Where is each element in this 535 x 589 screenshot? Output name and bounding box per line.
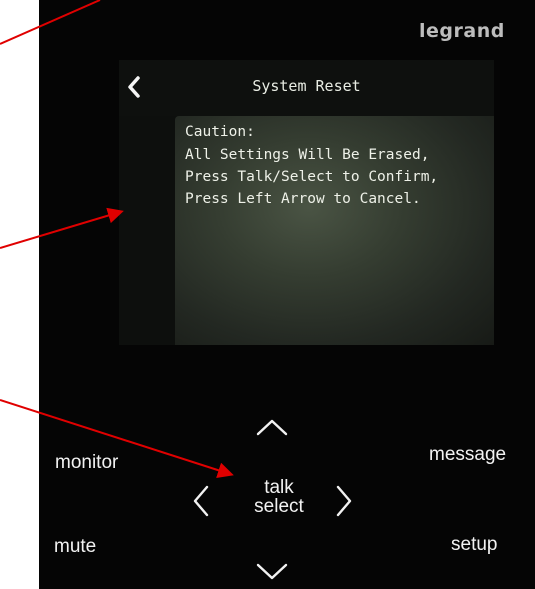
setup-button[interactable]: setup [451,534,497,556]
monitor-button[interactable]: monitor [55,452,118,474]
talk-label: talk [264,477,294,498]
up-arrow-icon[interactable] [255,417,289,437]
message-button[interactable]: message [429,444,506,466]
intercom-device: legrand System Reset Caution: All Settin… [39,0,535,589]
message-line: All Settings Will Be Erased, [185,147,430,163]
right-arrow-icon[interactable] [334,484,354,518]
message-line: Press Talk/Select to Confirm, [185,169,439,185]
left-arrow-icon[interactable] [191,484,211,518]
message-line: Press Left Arrow to Cancel. [185,191,421,207]
screen-header: System Reset [119,60,494,116]
talk-select-button[interactable]: talk select [234,478,324,516]
mute-button[interactable]: mute [54,536,96,558]
select-label: select [254,496,304,517]
lcd-screen: System Reset Caution: All Settings Will … [119,60,494,345]
down-arrow-icon[interactable] [255,562,289,582]
message-line: Caution: [185,124,255,140]
brand-logo: legrand [419,20,505,42]
message-panel: Caution: All Settings Will Be Erased, Pr… [175,116,494,345]
screen-title: System Reset [252,77,361,95]
